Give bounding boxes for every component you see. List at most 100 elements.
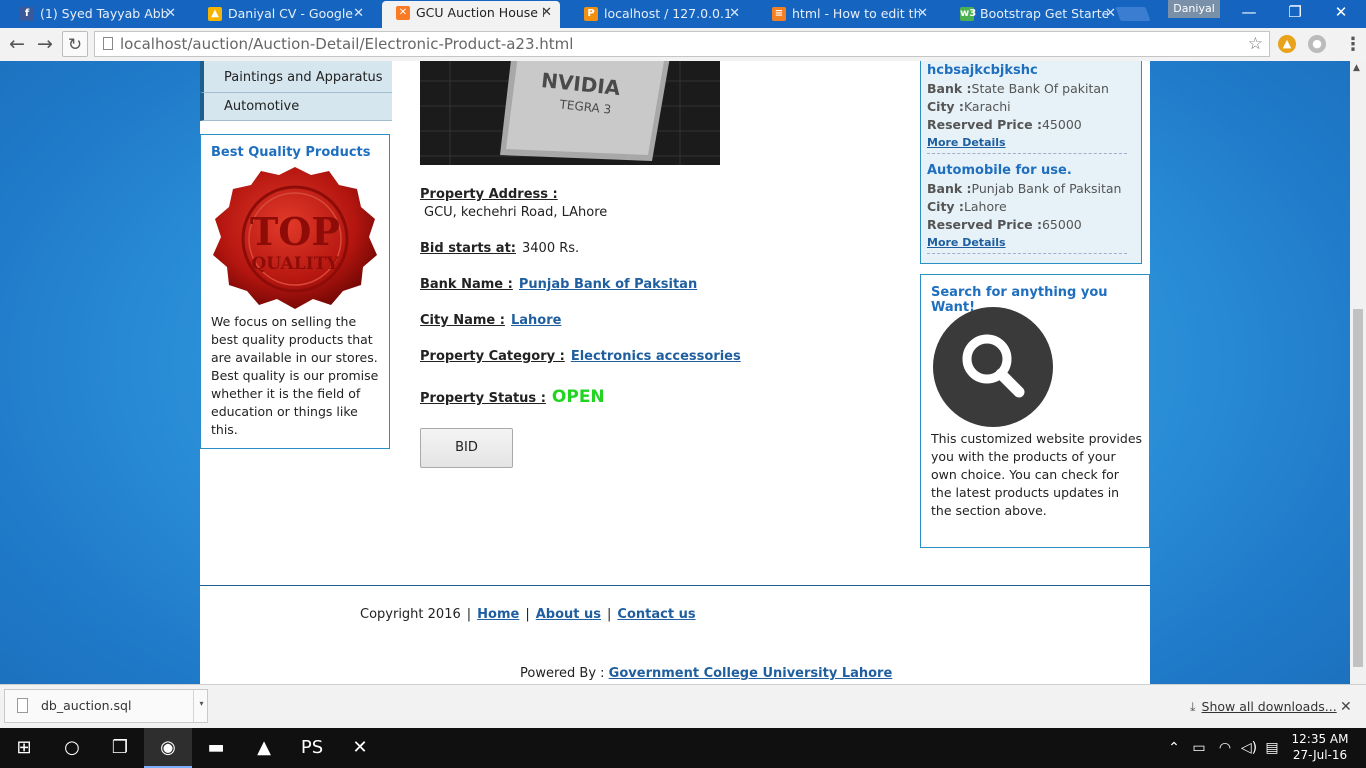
close-window-button[interactable]: ✕	[1318, 0, 1364, 26]
city-label: City Name :	[420, 313, 505, 328]
browser-tab[interactable]: w3 Bootstrap Get Started ✕	[946, 2, 1124, 26]
phpstorm-taskbar-icon[interactable]: PS	[288, 728, 336, 768]
url-text[interactable]: localhost/auction/Auction-Detail/Electro…	[120, 32, 573, 56]
city-row: City Name : Lahore	[420, 313, 561, 328]
chrome-taskbar-icon[interactable]: ◉	[144, 728, 192, 768]
close-tab-icon[interactable]: ✕	[1105, 2, 1116, 26]
new-tab-button[interactable]	[1115, 7, 1151, 21]
bank-value: Punjab Bank of Paksitan	[971, 181, 1122, 196]
price-value: 65000	[1041, 217, 1082, 232]
powered-label: Powered By :	[520, 666, 605, 681]
footer-contact-link[interactable]: Contact us	[617, 607, 695, 622]
powered-by: Powered By : Government College Universi…	[520, 666, 892, 681]
scrollbar-thumb[interactable]	[1353, 309, 1363, 667]
city-link[interactable]: Lahore	[511, 313, 561, 328]
close-tab-icon[interactable]: ✕	[917, 2, 928, 26]
tab-title: (1) Syed Tayyab Abbas K	[40, 6, 168, 21]
city-label: City :	[927, 199, 964, 214]
clock-date: 27-Jul-16	[1292, 748, 1348, 762]
copyright-text: Copyright 2016	[360, 607, 461, 622]
magnifier-search-icon	[933, 307, 1053, 427]
tab-title: GCU Auction House Prop	[416, 5, 544, 20]
address-bar[interactable]: localhost/auction/Auction-Detail/Electro…	[94, 31, 1270, 57]
close-tab-icon[interactable]: ✕	[729, 2, 740, 26]
recent-item-title[interactable]: Automobile for use.	[927, 162, 1127, 180]
browser-tab[interactable]: ▲ Daniyal CV - Google Dri✕	[194, 2, 372, 26]
browser-tab[interactable]: ≡ html - How to edit the s✕	[758, 2, 936, 26]
page-scrollbar[interactable]: ▲	[1350, 61, 1366, 684]
task-view-button[interactable]: ❐	[96, 728, 144, 768]
best-quality-box: Best Quality Products TOP QUALITY We foc…	[200, 134, 390, 449]
seal-top-text: TOP	[250, 209, 340, 254]
extension-icon[interactable]: ▲	[1278, 35, 1296, 53]
cortana-search-button[interactable]: ○	[48, 728, 96, 768]
footer-about-link[interactable]: About us	[536, 607, 601, 622]
download-item[interactable]: db_auction.sql ▾	[4, 689, 208, 723]
more-details-link[interactable]: More Details	[927, 234, 1127, 252]
profile-button[interactable]: Daniyal	[1168, 0, 1220, 18]
bid-button[interactable]: BID	[420, 428, 513, 468]
close-shelf-button[interactable]: ✕	[1340, 685, 1352, 729]
forward-button[interactable]: →	[34, 33, 56, 55]
recent-item: hcbsajkcbjkshc Bank :State Bank Of pakit…	[927, 62, 1127, 154]
city-value: Lahore	[963, 199, 1007, 214]
volume-icon[interactable]: ◁)	[1238, 728, 1260, 768]
back-button[interactable]: ←	[6, 33, 28, 55]
bookmark-star-icon[interactable]: ☆	[1248, 32, 1263, 56]
file-explorer-taskbar-icon[interactable]: ▬	[192, 728, 240, 768]
tray-chevron-icon[interactable]: ⌃	[1164, 728, 1184, 768]
reload-button[interactable]: ↻	[62, 31, 88, 57]
address-value: GCU, kechehri Road, LAhore	[424, 205, 608, 220]
download-filename[interactable]: db_auction.sql	[41, 690, 131, 722]
start-button[interactable]: ⊞	[0, 728, 48, 768]
chrome-menu-icon[interactable]: ⋮	[1344, 34, 1362, 55]
address-label: Property Address :	[420, 187, 558, 202]
bank-link[interactable]: Punjab Bank of Paksitan	[519, 277, 697, 292]
category-list: Paintings and Apparatus Automotive	[200, 61, 392, 121]
taskbar-clock[interactable]: 12:35 AM 27-Jul-16	[1288, 731, 1352, 763]
notification-icon[interactable]: ▤	[1262, 728, 1282, 768]
status-row: Property Status : OPEN	[420, 387, 605, 407]
top-quality-seal-icon: TOP QUALITY	[213, 167, 377, 309]
minimize-button[interactable]: —	[1226, 0, 1272, 26]
footer-home-link[interactable]: Home	[477, 607, 519, 622]
restore-button[interactable]: ❐	[1272, 0, 1318, 26]
recent-item: Automobile for use. Bank :Punjab Bank of…	[927, 162, 1127, 254]
tab-title: Daniyal CV - Google Dri	[228, 6, 356, 21]
download-icon: ⤓	[1190, 699, 1196, 714]
windows-taskbar: ⊞ ○ ❐ ◉ ▬ ▲ PS ✕ ⌃ ▭ ◠ ◁) ▤ 12:35 AM 27-Jul-16	[0, 728, 1366, 768]
close-tab-icon[interactable]: ✕	[165, 2, 176, 26]
close-tab-icon[interactable]: ✕	[353, 2, 364, 26]
more-details-link[interactable]: More Details	[927, 134, 1127, 152]
bank-row: Bank Name : Punjab Bank of Paksitan	[420, 277, 697, 292]
wifi-icon[interactable]: ◠	[1214, 728, 1236, 768]
gcu-link[interactable]: Government College University Lahore	[609, 666, 893, 681]
category-link[interactable]: Electronics accessories	[571, 349, 741, 364]
recent-item-title[interactable]: hcbsajkcbjkshc	[927, 62, 1127, 80]
search-info-box: Search for anything you Want! This custo…	[920, 274, 1150, 548]
bank-value: State Bank Of pakitan	[971, 81, 1109, 96]
download-shelf: db_auction.sql ▾ ⤓ Show all downloads... …	[0, 684, 1366, 728]
category-row: Property Category : Electronics accessori…	[420, 349, 741, 364]
tab-title: html - How to edit the s	[792, 6, 920, 21]
category-item-automotive[interactable]: Automotive	[200, 93, 392, 121]
browser-tab[interactable]: Plocalhost / 127.0.0.1 / dl✕	[570, 2, 748, 26]
extension-icon[interactable]: ●	[1308, 35, 1326, 53]
clock-time: 12:35 AM	[1291, 732, 1349, 746]
close-tab-icon[interactable]: ✕	[541, 1, 552, 25]
battery-icon[interactable]: ▭	[1188, 728, 1210, 768]
tab-title: localhost / 127.0.0.1 / dl	[604, 6, 732, 21]
scroll-up-icon[interactable]: ▲	[1353, 63, 1360, 73]
vlc-taskbar-icon[interactable]: ▲	[240, 728, 288, 768]
browser-tab[interactable]: f (1) Syed Tayyab Abbas K✕	[6, 2, 184, 26]
show-all-downloads-link[interactable]: ⤓ Show all downloads...	[1190, 685, 1337, 729]
download-options-button[interactable]: ▾	[193, 690, 209, 722]
footer-links: Copyright 2016 | Home | About us | Contact us	[360, 607, 696, 622]
category-item-paintings[interactable]: Paintings and Apparatus	[200, 61, 392, 93]
seal-bottom-text: QUALITY	[252, 254, 340, 274]
stackoverflow-icon: ≡	[772, 7, 786, 21]
product-image: NVIDIA TEGRA 3	[420, 61, 720, 165]
divider	[927, 153, 1127, 154]
browser-tab[interactable]: ✕GCU Auction House Prop✕	[382, 1, 560, 28]
xampp-taskbar-icon[interactable]: ✕	[336, 728, 384, 768]
